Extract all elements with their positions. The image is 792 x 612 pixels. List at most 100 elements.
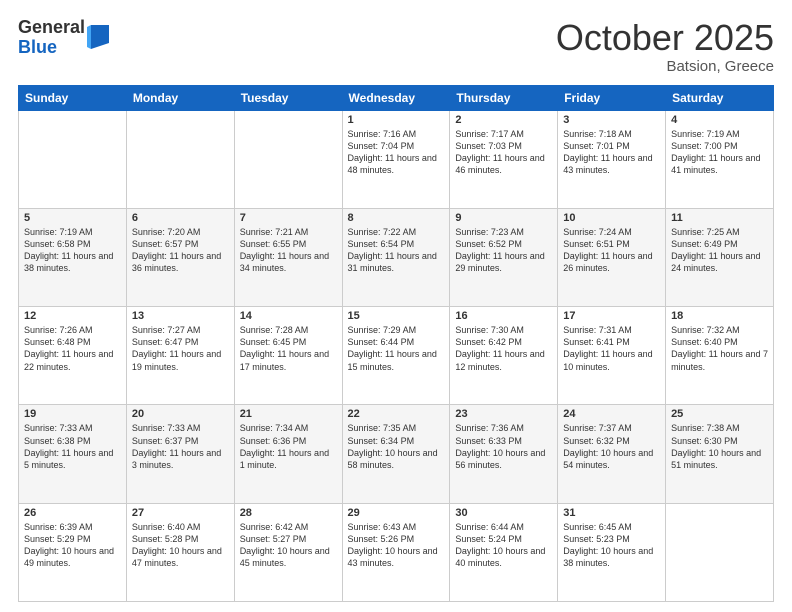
table-row: 6Sunrise: 7:20 AM Sunset: 6:57 PM Daylig… [126, 208, 234, 306]
col-friday: Friday [558, 85, 666, 110]
day-number: 30 [455, 507, 552, 519]
day-info: Sunrise: 7:37 AM Sunset: 6:32 PM Dayligh… [563, 422, 660, 471]
table-row: 24 Sunrise: 7:37 AM Sunset: 6:32 PM Dayli… [558, 405, 666, 503]
day-info: Sunrise: 6:45 AM Sunset: 5:23 PM Dayligh… [563, 521, 660, 570]
day-number: 4 [671, 114, 768, 126]
table-row: 14 Sunrise: 7:28 AM Sunset: 6:45 PM Dayli… [234, 307, 342, 405]
logo-general: General [18, 18, 85, 38]
day-number: 31 [563, 507, 660, 519]
logo-blue: Blue [18, 38, 85, 58]
day-number: 23 [455, 408, 552, 420]
calendar-table: Sunday Monday Tuesday Wednesday Thursday… [18, 85, 774, 602]
day-info: Sunrise: 6:43 AM Sunset: 5:26 PM Dayligh… [348, 521, 445, 570]
calendar-week-row: 19Sunrise: 7:33 AM Sunset: 6:38 PM Dayli… [19, 405, 774, 503]
calendar-week-row: 1Sunrise: 7:16 AM Sunset: 7:04 PM Daylig… [19, 110, 774, 208]
day-number: 6 [132, 212, 229, 224]
table-row: 7Sunrise: 7:21 AM Sunset: 6:55 PM Daylig… [234, 208, 342, 306]
day-info: Sunrise: 7:21 AM Sunset: 6:55 PM Dayligh… [240, 226, 337, 275]
day-number: 9 [455, 212, 552, 224]
table-row: 16 Sunrise: 7:30 AM Sunset: 6:42 PM Dayli… [450, 307, 558, 405]
table-row [126, 110, 234, 208]
logo-icon [87, 23, 109, 51]
day-info: Sunrise: 7:32 AM Sunset: 6:40 PM Dayligh… [671, 324, 768, 373]
day-number: 10 [563, 212, 660, 224]
table-row: 5 Sunrise: 7:19 AM Sunset: 6:58 PM Daylig… [19, 208, 127, 306]
table-row: 13 Sunrise: 7:27 AM Sunset: 6:47 PM Dayli… [126, 307, 234, 405]
table-row: 23 Sunrise: 7:36 AM Sunset: 6:33 PM Dayli… [450, 405, 558, 503]
col-sunday: Sunday [19, 85, 127, 110]
day-info: Sunrise: 7:27 AM Sunset: 6:47 PM Dayligh… [132, 324, 229, 373]
day-info: Sunrise: 7:19 AM Sunset: 6:58 PM Dayligh… [24, 226, 121, 275]
table-row: 28 Sunrise: 6:42 AM Sunset: 5:27 PM Dayli… [234, 503, 342, 601]
day-number: 19 [24, 408, 121, 420]
table-row: 25 Sunrise: 7:38 AM Sunset: 6:30 PM Dayli… [666, 405, 774, 503]
table-row: 31 Sunrise: 6:45 AM Sunset: 5:23 PM Dayli… [558, 503, 666, 601]
day-number: 29 [348, 507, 445, 519]
day-info: Sunrise: 7:36 AM Sunset: 6:33 PM Dayligh… [455, 422, 552, 471]
calendar-body: 1Sunrise: 7:16 AM Sunset: 7:04 PM Daylig… [19, 110, 774, 601]
table-row: 9 Sunrise: 7:23 AM Sunset: 6:52 PM Daylig… [450, 208, 558, 306]
calendar-week-row: 5 Sunrise: 7:19 AM Sunset: 6:58 PM Daylig… [19, 208, 774, 306]
col-tuesday: Tuesday [234, 85, 342, 110]
day-number: 15 [348, 310, 445, 322]
table-row [666, 503, 774, 601]
day-info: Sunrise: 7:35 AM Sunset: 6:34 PM Dayligh… [348, 422, 445, 471]
table-row: 2 Sunrise: 7:17 AM Sunset: 7:03 PM Daylig… [450, 110, 558, 208]
day-info: Sunrise: 7:16 AM Sunset: 7:04 PM Dayligh… [348, 128, 445, 177]
table-row: 22 Sunrise: 7:35 AM Sunset: 6:34 PM Dayli… [342, 405, 450, 503]
day-number: 14 [240, 310, 337, 322]
table-row: 1Sunrise: 7:16 AM Sunset: 7:04 PM Daylig… [342, 110, 450, 208]
col-thursday: Thursday [450, 85, 558, 110]
day-info: Sunrise: 6:40 AM Sunset: 5:28 PM Dayligh… [132, 521, 229, 570]
day-info: Sunrise: 7:17 AM Sunset: 7:03 PM Dayligh… [455, 128, 552, 177]
day-info: Sunrise: 7:23 AM Sunset: 6:52 PM Dayligh… [455, 226, 552, 275]
day-info: Sunrise: 7:33 AM Sunset: 6:37 PM Dayligh… [132, 422, 229, 471]
day-info: Sunrise: 7:31 AM Sunset: 6:41 PM Dayligh… [563, 324, 660, 373]
day-number: 3 [563, 114, 660, 126]
day-number: 5 [24, 212, 121, 224]
day-number: 24 [563, 408, 660, 420]
logo: General Blue [18, 18, 109, 58]
day-number: 25 [671, 408, 768, 420]
page: General Blue October 2025 Batsion, Greec… [0, 0, 792, 612]
day-info: Sunrise: 7:18 AM Sunset: 7:01 PM Dayligh… [563, 128, 660, 177]
day-number: 13 [132, 310, 229, 322]
day-info: Sunrise: 7:28 AM Sunset: 6:45 PM Dayligh… [240, 324, 337, 373]
day-number: 22 [348, 408, 445, 420]
day-number: 2 [455, 114, 552, 126]
table-row: 15 Sunrise: 7:29 AM Sunset: 6:44 PM Dayli… [342, 307, 450, 405]
day-info: Sunrise: 7:38 AM Sunset: 6:30 PM Dayligh… [671, 422, 768, 471]
day-info: Sunrise: 6:39 AM Sunset: 5:29 PM Dayligh… [24, 521, 121, 570]
calendar-week-row: 26 Sunrise: 6:39 AM Sunset: 5:29 PM Dayli… [19, 503, 774, 601]
day-number: 28 [240, 507, 337, 519]
table-row: 17 Sunrise: 7:31 AM Sunset: 6:41 PM Dayli… [558, 307, 666, 405]
day-info: Sunrise: 7:24 AM Sunset: 6:51 PM Dayligh… [563, 226, 660, 275]
day-number: 20 [132, 408, 229, 420]
day-info: Sunrise: 6:42 AM Sunset: 5:27 PM Dayligh… [240, 521, 337, 570]
logo-text: General Blue [18, 18, 85, 58]
day-info: Sunrise: 7:19 AM Sunset: 7:00 PM Dayligh… [671, 128, 768, 177]
table-row: 26 Sunrise: 6:39 AM Sunset: 5:29 PM Dayli… [19, 503, 127, 601]
table-row: 18Sunrise: 7:32 AM Sunset: 6:40 PM Dayli… [666, 307, 774, 405]
day-number: 27 [132, 507, 229, 519]
day-info: Sunrise: 6:44 AM Sunset: 5:24 PM Dayligh… [455, 521, 552, 570]
day-number: 21 [240, 408, 337, 420]
day-info: Sunrise: 7:29 AM Sunset: 6:44 PM Dayligh… [348, 324, 445, 373]
day-number: 12 [24, 310, 121, 322]
col-wednesday: Wednesday [342, 85, 450, 110]
day-info: Sunrise: 7:30 AM Sunset: 6:42 PM Dayligh… [455, 324, 552, 373]
day-info: Sunrise: 7:25 AM Sunset: 6:49 PM Dayligh… [671, 226, 768, 275]
table-row [234, 110, 342, 208]
table-row [19, 110, 127, 208]
table-row: 30 Sunrise: 6:44 AM Sunset: 5:24 PM Dayli… [450, 503, 558, 601]
table-row: 27 Sunrise: 6:40 AM Sunset: 5:28 PM Dayli… [126, 503, 234, 601]
day-number: 17 [563, 310, 660, 322]
location: Batsion, Greece [556, 58, 774, 75]
calendar-header-row: Sunday Monday Tuesday Wednesday Thursday… [19, 85, 774, 110]
table-row: 12Sunrise: 7:26 AM Sunset: 6:48 PM Dayli… [19, 307, 127, 405]
col-saturday: Saturday [666, 85, 774, 110]
day-number: 26 [24, 507, 121, 519]
day-number: 8 [348, 212, 445, 224]
day-number: 16 [455, 310, 552, 322]
day-info: Sunrise: 7:34 AM Sunset: 6:36 PM Dayligh… [240, 422, 337, 471]
